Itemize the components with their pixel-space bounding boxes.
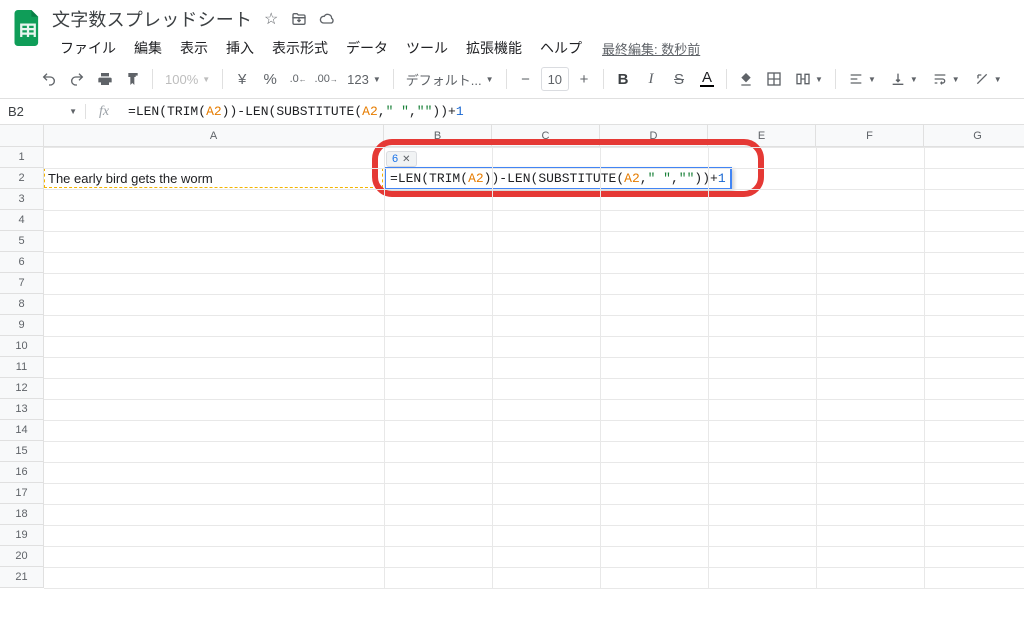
font-size-input[interactable]: 10 — [541, 67, 569, 91]
font-size-inc[interactable]: + — [571, 66, 597, 92]
row-header-15[interactable]: 15 — [0, 441, 44, 462]
col-header-a[interactable]: A — [44, 125, 384, 147]
redo-button[interactable] — [64, 66, 90, 92]
row-header-5[interactable]: 5 — [0, 231, 44, 252]
row-header-10[interactable]: 10 — [0, 336, 44, 357]
move-folder-icon[interactable] — [290, 10, 308, 28]
doc-title[interactable]: 文字数スプレッドシート — [52, 6, 252, 32]
formula-bar: B2 ▼ fx =LEN(TRIM(A2))-LEN(SUBSTITUTE(A2… — [0, 99, 1024, 125]
currency-button[interactable]: ¥ — [229, 66, 255, 92]
decrease-decimal-button[interactable]: .0← — [285, 66, 311, 92]
row-header-1[interactable]: 1 — [0, 147, 44, 168]
spreadsheet-grid[interactable]: ABCDEFG 12345678910111213141516171819202… — [0, 125, 1024, 605]
row-header-12[interactable]: 12 — [0, 378, 44, 399]
select-all-corner[interactable] — [0, 125, 44, 147]
formula-preview-value: 6 — [392, 153, 398, 165]
close-icon[interactable]: ✕ — [402, 154, 410, 165]
col-header-e[interactable]: E — [708, 125, 816, 147]
col-header-d[interactable]: D — [600, 125, 708, 147]
star-icon[interactable]: ☆ — [262, 10, 280, 28]
bold-button[interactable]: B — [610, 66, 636, 92]
col-header-b[interactable]: B — [384, 125, 492, 147]
zoom-value: 100% — [165, 72, 198, 87]
menu-view[interactable]: 表示 — [172, 34, 216, 62]
copy-border — [44, 168, 383, 188]
row-header-20[interactable]: 20 — [0, 546, 44, 567]
text-color-button[interactable]: A — [694, 66, 720, 92]
menu-insert[interactable]: 挿入 — [218, 34, 262, 62]
increase-decimal-button[interactable]: .00→ — [313, 66, 339, 92]
halign-button[interactable]: ▼ — [842, 67, 882, 91]
cell-editor[interactable]: =LEN(TRIM(A2))-LEN(SUBSTITUTE(A2," ","")… — [384, 167, 732, 190]
menu-help[interactable]: ヘルプ — [532, 34, 590, 62]
row-header-9[interactable]: 9 — [0, 315, 44, 336]
percent-button[interactable]: % — [257, 66, 283, 92]
valign-button[interactable]: ▼ — [884, 67, 924, 91]
row-header-11[interactable]: 11 — [0, 357, 44, 378]
row-header-7[interactable]: 7 — [0, 273, 44, 294]
menu-data[interactable]: データ — [338, 34, 396, 62]
row-header-18[interactable]: 18 — [0, 504, 44, 525]
menu-format[interactable]: 表示形式 — [264, 34, 336, 62]
col-header-f[interactable]: F — [816, 125, 924, 147]
col-header-g[interactable]: G — [924, 125, 1024, 147]
cloud-status-icon[interactable] — [318, 10, 336, 28]
print-button[interactable] — [92, 66, 118, 92]
text-color-label: A — [700, 71, 714, 87]
row-header-4[interactable]: 4 — [0, 210, 44, 231]
row-header-13[interactable]: 13 — [0, 399, 44, 420]
row-header-19[interactable]: 19 — [0, 525, 44, 546]
strike-button[interactable]: S — [666, 66, 692, 92]
name-box[interactable]: B2 ▼ — [0, 104, 86, 119]
row-header-8[interactable]: 8 — [0, 294, 44, 315]
merge-button[interactable]: ▼ — [789, 67, 829, 91]
sheets-logo[interactable] — [8, 8, 48, 48]
toolbar: 100%▼ ¥ % .0← .00→ 123▼ デフォルト...▼ − 10 +… — [0, 62, 1024, 99]
menu-extensions[interactable]: 拡張機能 — [458, 34, 530, 62]
rotate-button[interactable]: ▼ — [968, 67, 1008, 91]
font-select[interactable]: デフォルト...▼ — [400, 67, 500, 91]
font-label: デフォルト... — [406, 70, 482, 89]
formula-preview-chip[interactable]: 6 ✕ — [386, 151, 417, 167]
wrap-button[interactable]: ▼ — [926, 67, 966, 91]
chevron-down-icon: ▼ — [69, 107, 77, 116]
more-formats-label: 123 — [347, 72, 369, 87]
font-size-dec[interactable]: − — [513, 66, 539, 92]
undo-button[interactable] — [36, 66, 62, 92]
menu-edit[interactable]: 編集 — [126, 34, 170, 62]
dec-inc-label: .00 — [315, 73, 330, 85]
zoom-select[interactable]: 100%▼ — [159, 67, 216, 91]
menu-bar: ファイル 編集 表示 挿入 表示形式 データ ツール 拡張機能 ヘルプ 最終編集… — [48, 32, 1012, 62]
last-edit-link[interactable]: 最終編集: 数秒前 — [602, 39, 700, 58]
row-header-14[interactable]: 14 — [0, 420, 44, 441]
name-box-value: B2 — [8, 104, 24, 119]
col-header-c[interactable]: C — [492, 125, 600, 147]
row-header-6[interactable]: 6 — [0, 252, 44, 273]
borders-button[interactable] — [761, 66, 787, 92]
menu-file[interactable]: ファイル — [52, 34, 124, 62]
row-header-17[interactable]: 17 — [0, 483, 44, 504]
italic-button[interactable]: I — [638, 66, 664, 92]
font-size-value: 10 — [548, 72, 562, 87]
row-header-21[interactable]: 21 — [0, 567, 44, 588]
more-formats-select[interactable]: 123▼ — [341, 67, 387, 91]
fill-color-button[interactable] — [733, 66, 759, 92]
dec-dec-label: .0 — [290, 73, 299, 85]
menu-tools[interactable]: ツール — [398, 34, 456, 62]
row-header-3[interactable]: 3 — [0, 189, 44, 210]
row-header-2[interactable]: 2 — [0, 168, 44, 189]
row-header-16[interactable]: 16 — [0, 462, 44, 483]
fx-icon: fx — [86, 104, 122, 120]
paint-format-button[interactable] — [120, 66, 146, 92]
formula-input[interactable]: =LEN(TRIM(A2))-LEN(SUBSTITUTE(A2," ","")… — [122, 104, 1024, 119]
